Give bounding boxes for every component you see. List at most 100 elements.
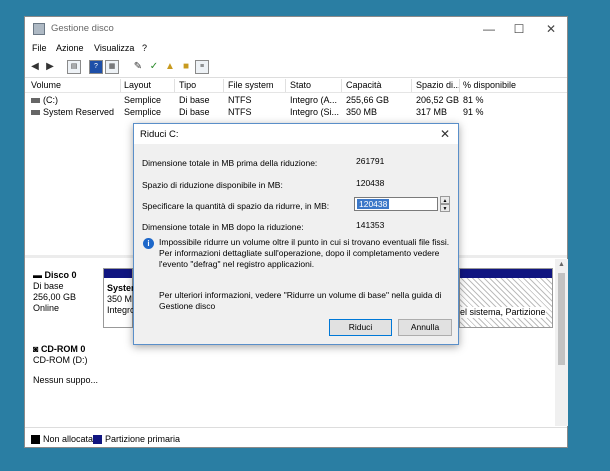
- col-file-system[interactable]: File system: [228, 80, 274, 90]
- info-message: Impossibile ridurre un volume oltre il p…: [159, 237, 450, 269]
- folder-up-icon[interactable]: ▲: [163, 60, 177, 74]
- cdrom-label[interactable]: ◙ CD-ROM 0 CD-ROM (D:) Nessun suppo...: [33, 344, 98, 386]
- drive-icon: [31, 110, 40, 115]
- partition-c[interactable]: el sistema, Partizione: [459, 268, 553, 328]
- disk0-label[interactable]: ▬ Disco 0 Di base 256,00 GB Online: [33, 270, 77, 314]
- legend-unallocated: Non allocata: [43, 434, 94, 444]
- partition-selected-hatch: [460, 278, 552, 327]
- menu-azione[interactable]: Azione: [56, 43, 84, 53]
- shrink-amount-value: 120438: [357, 199, 390, 209]
- cell-layout: Semplice: [124, 107, 162, 117]
- shrink-volume-dialog: Riduci C: ✕ Dimensione totale in MB prim…: [133, 123, 459, 345]
- close-button[interactable]: ✕: [535, 17, 567, 41]
- col-layout[interactable]: Layout: [124, 80, 151, 90]
- partition-size: 350 M: [107, 294, 133, 304]
- available-space-value: 120438: [356, 178, 385, 188]
- partition-color-bar: [104, 269, 132, 278]
- unallocated-swatch: [31, 435, 40, 444]
- cell-volume: System Reserved: [43, 107, 115, 117]
- cell-volume: (C:): [43, 95, 58, 105]
- dialog-close-button[interactable]: ✕: [436, 125, 454, 143]
- title-bar[interactable]: Gestione disco — ☐ ✕: [25, 17, 567, 41]
- back-arrow-icon[interactable]: ◀: [28, 60, 42, 74]
- col-stato[interactable]: Stato: [290, 80, 311, 90]
- col-volume[interactable]: Volume: [31, 80, 61, 90]
- scroll-up-icon[interactable]: ▲: [555, 259, 568, 271]
- cdrom-name: CD-ROM 0: [40, 344, 86, 354]
- window-title: Gestione disco: [51, 23, 114, 34]
- volume-table-header: Volume Layout Tipo File system Stato Cap…: [25, 79, 567, 93]
- toolbar: ◀ ▶ ▤ ? ▦ ✎ ✓ ▲ ■ ≡: [25, 57, 567, 78]
- forward-arrow-icon[interactable]: ▶: [43, 60, 57, 74]
- disk-drive-icon: ▬: [33, 270, 45, 280]
- column-divider[interactable]: [120, 79, 121, 92]
- help-icon[interactable]: ?: [89, 60, 103, 74]
- connect-icon[interactable]: ✎: [131, 60, 145, 74]
- disk-list-icon[interactable]: ▤: [67, 60, 81, 74]
- partition-color-bar: [460, 269, 552, 278]
- partition-status: Integro: [107, 305, 136, 315]
- menu-visualizza[interactable]: Visualizza: [94, 43, 134, 53]
- cell-capacita: 255,66 GB: [346, 95, 390, 105]
- total-after-label: Dimensione totale in MB dopo la riduzion…: [142, 222, 304, 232]
- column-divider[interactable]: [341, 79, 342, 92]
- total-after-value: 141353: [356, 220, 385, 230]
- check-icon[interactable]: ✓: [147, 60, 161, 74]
- scroll-thumb[interactable]: [558, 273, 565, 365]
- dialog-title-bar[interactable]: Riduci C: ✕: [134, 124, 458, 144]
- cell-file-system: NTFS: [228, 95, 252, 105]
- cancel-button[interactable]: Annulla: [398, 319, 452, 336]
- column-divider[interactable]: [174, 79, 175, 92]
- cell-capacita: 350 MB: [346, 107, 378, 117]
- maximize-button[interactable]: ☐: [503, 17, 535, 41]
- partition-status: el sistema, Partizione: [460, 307, 546, 318]
- shrink-button[interactable]: Riduci: [329, 319, 392, 336]
- cdrom-type: CD-ROM (D:): [33, 355, 88, 365]
- column-divider[interactable]: [223, 79, 224, 92]
- cell-stato: Integro (Si...: [290, 107, 340, 117]
- dialog-title: Riduci C:: [140, 129, 179, 140]
- partition-system-reserved[interactable]: Syster 350 M Integro: [103, 268, 136, 328]
- stepper-up-icon[interactable]: ▲: [440, 196, 450, 204]
- folder-new-icon[interactable]: ■: [179, 60, 193, 74]
- col-spazio[interactable]: Spazio di...: [416, 80, 461, 90]
- cell-spazio: 317 MB: [416, 107, 448, 117]
- disk0-status: Online: [33, 303, 60, 313]
- cell-percent: 91 %: [463, 107, 484, 117]
- col-capacita[interactable]: Capacità: [346, 80, 382, 90]
- column-divider[interactable]: [411, 79, 412, 92]
- partition-label: Syster: [107, 283, 135, 293]
- stepper-down-icon[interactable]: ▼: [440, 204, 450, 212]
- col-percent[interactable]: % disponibile: [463, 80, 516, 90]
- cell-file-system: NTFS: [228, 107, 252, 117]
- menu-bar: File Azione Visualizza ?: [25, 41, 567, 57]
- cell-tipo: Di base: [179, 107, 210, 117]
- col-tipo[interactable]: Tipo: [179, 80, 196, 90]
- view-icon[interactable]: ≡: [195, 60, 209, 74]
- minimize-button[interactable]: —: [473, 17, 505, 41]
- column-divider[interactable]: [285, 79, 286, 92]
- cell-percent: 81 %: [463, 95, 484, 105]
- cell-spazio: 206,52 GB: [416, 95, 460, 105]
- legend-primary-partition: Partizione primaria: [105, 434, 181, 444]
- vertical-scrollbar[interactable]: ▲: [555, 259, 568, 426]
- menu-help[interactable]: ?: [142, 43, 147, 53]
- column-divider[interactable]: [459, 79, 460, 92]
- cell-tipo: Di base: [179, 95, 210, 105]
- table-row[interactable]: System Reserved Semplice Di base NTFS In…: [25, 107, 567, 119]
- cell-stato: Integro (A...: [290, 95, 338, 105]
- primary-partition-swatch: [93, 435, 102, 444]
- table-row[interactable]: (C:) Semplice Di base NTFS Integro (A...…: [25, 95, 567, 107]
- shrink-amount-label: Specificare la quantità di spazio da rid…: [142, 201, 330, 211]
- menu-file[interactable]: File: [32, 43, 47, 53]
- disk-management-app-icon: [33, 23, 45, 35]
- disk0-type: Di base: [33, 281, 64, 291]
- disk0-name: Disco 0: [44, 270, 77, 280]
- shrink-amount-input[interactable]: 120438: [354, 197, 438, 211]
- disk0-size: 256,00 GB: [33, 292, 77, 302]
- properties-icon[interactable]: ▦: [105, 60, 119, 74]
- legend-bar: Non allocata Partizione primaria: [25, 427, 567, 450]
- shrink-amount-stepper[interactable]: ▲ ▼: [440, 196, 450, 212]
- cdrom-drive-icon: ◙: [33, 344, 41, 354]
- info-icon: i: [143, 238, 154, 249]
